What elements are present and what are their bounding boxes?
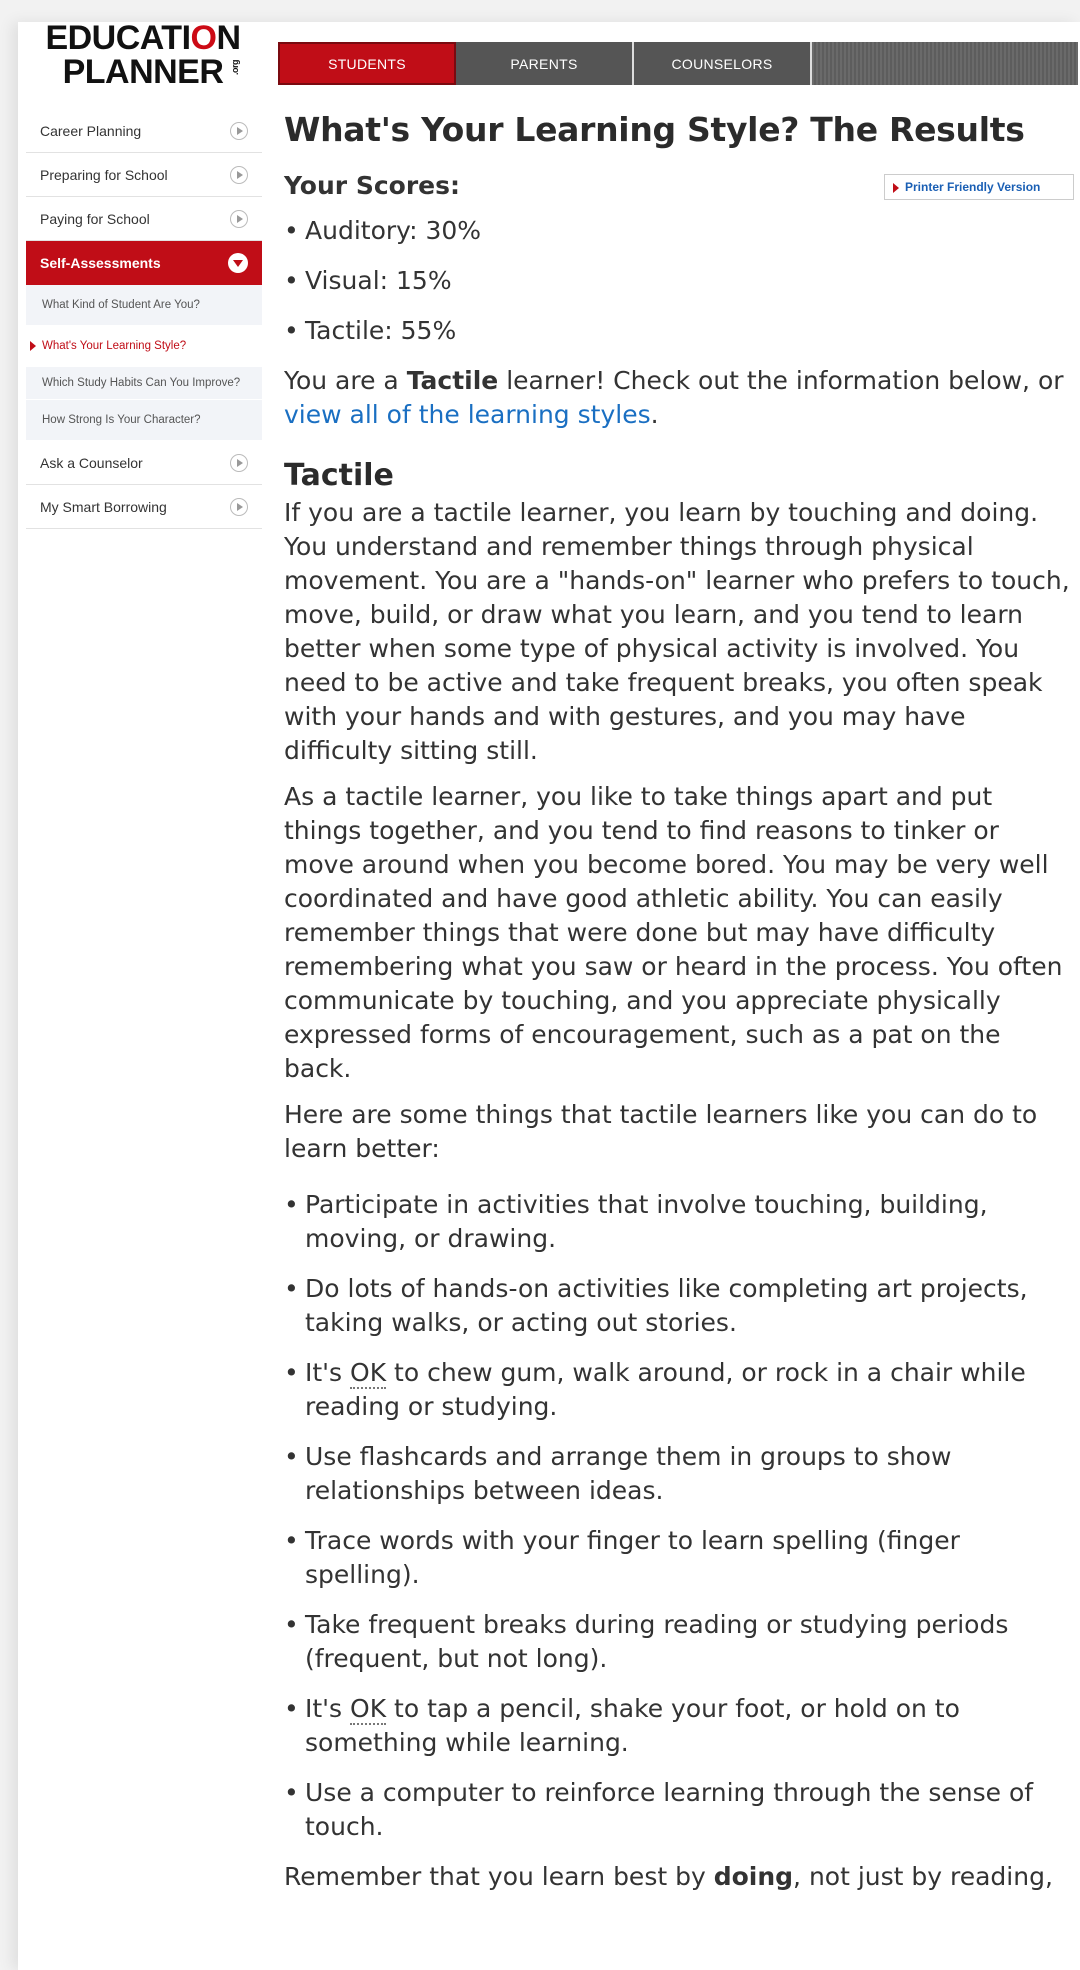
sidebar-item-label: Career Planning xyxy=(40,122,142,139)
sidebar-item-self-assessments[interactable]: Self-Assessments xyxy=(26,241,262,285)
list-item: It's OK to tap a pencil, shake your foot… xyxy=(284,1692,1074,1760)
list-item: Trace words with your finger to learn sp… xyxy=(284,1524,1074,1592)
play-arrow-icon xyxy=(230,209,248,228)
tab-counselors[interactable]: COUNSELORS xyxy=(634,42,812,85)
printer-friendly-button[interactable]: Printer Friendly Version xyxy=(884,174,1074,200)
tips-list: Participate in activities that involve t… xyxy=(284,1188,1074,1844)
scores-row: Your Scores: Printer Friendly Version xyxy=(284,166,1074,206)
sidebar-item-label: Paying for School xyxy=(40,210,150,227)
top-nav: STUDENTS PARENTS COUNSELORS xyxy=(278,42,1078,85)
list-item: Use a computer to reinforce learning thr… xyxy=(284,1776,1074,1844)
sidebar-item-ask-a-counselor[interactable]: Ask a Counselor xyxy=(26,441,262,485)
section-heading: Tactile xyxy=(284,458,394,493)
tips-intro: Here are some things that tactile learne… xyxy=(284,1100,1038,1163)
score-tactile: Tactile: 55% xyxy=(284,314,1074,348)
paragraph-2: As a tactile learner, you like to take t… xyxy=(284,782,1063,1083)
list-item: Participate in activities that involve t… xyxy=(284,1188,1074,1256)
chevron-down-icon xyxy=(228,253,248,273)
sidebar-item-my-smart-borrowing[interactable]: My Smart Borrowing xyxy=(26,485,262,529)
sidebar-subitem-character[interactable]: How Strong Is Your Character? xyxy=(26,400,262,441)
view-all-styles-link[interactable]: view all of the learning styles xyxy=(284,400,651,429)
sidebar-item-career-planning[interactable]: Career Planning xyxy=(26,109,262,153)
list-item: Use flashcards and arrange them in group… xyxy=(284,1440,1074,1508)
education-planner-logo[interactable]: EDUCATION PLANNER .org xyxy=(38,21,248,90)
sidebar-subitem-what-kind-of-student[interactable]: What Kind of Student Are You? xyxy=(26,285,262,326)
page-title: What's Your Learning Style? The Results xyxy=(284,110,1025,149)
sidebar-item-paying-for-school[interactable]: Paying for School xyxy=(26,197,262,241)
sidebar-subitem-study-habits[interactable]: Which Study Habits Can You Improve? xyxy=(26,367,262,400)
sidebar-item-label: Ask a Counselor xyxy=(40,454,143,471)
tab-students[interactable]: STUDENTS xyxy=(278,42,456,85)
sidebar-item-label: My Smart Borrowing xyxy=(40,498,167,515)
play-arrow-icon xyxy=(230,453,248,472)
nav-filler xyxy=(812,42,1078,85)
list-item: Do lots of hands-on activities like comp… xyxy=(284,1272,1074,1340)
main-content: What's Your Learning Style? The Results … xyxy=(284,106,1074,1894)
list-item: Take frequent breaks during reading or s… xyxy=(284,1608,1074,1676)
play-arrow-icon xyxy=(230,497,248,516)
tab-parents[interactable]: PARENTS xyxy=(456,42,634,85)
result-summary: You are a Tactile learner! Check out the… xyxy=(284,366,1064,429)
play-arrow-icon xyxy=(230,165,248,184)
sidebar: Career Planning Preparing for School Pay… xyxy=(26,109,262,529)
list-item: It's OK to chew gum, walk around, or roc… xyxy=(284,1356,1074,1424)
score-visual: Visual: 15% xyxy=(284,264,1074,298)
sidebar-item-label: Self-Assessments xyxy=(40,255,161,271)
sidebar-item-preparing-for-school[interactable]: Preparing for School xyxy=(26,153,262,197)
play-arrow-icon xyxy=(230,121,248,140)
paragraph-1: If you are a tactile learner, you learn … xyxy=(284,498,1070,765)
page: EDUCATION PLANNER .org STUDENTS PARENTS C… xyxy=(18,21,1080,1970)
sidebar-item-label: Preparing for School xyxy=(40,166,168,183)
closing-text: Remember that you learn best by doing, n… xyxy=(284,1862,1053,1891)
score-list: Auditory: 30% Visual: 15% Tactile: 55% xyxy=(284,214,1074,348)
score-auditory: Auditory: 30% xyxy=(284,214,1074,248)
sidebar-subitem-learning-style[interactable]: What's Your Learning Style? xyxy=(26,326,262,367)
